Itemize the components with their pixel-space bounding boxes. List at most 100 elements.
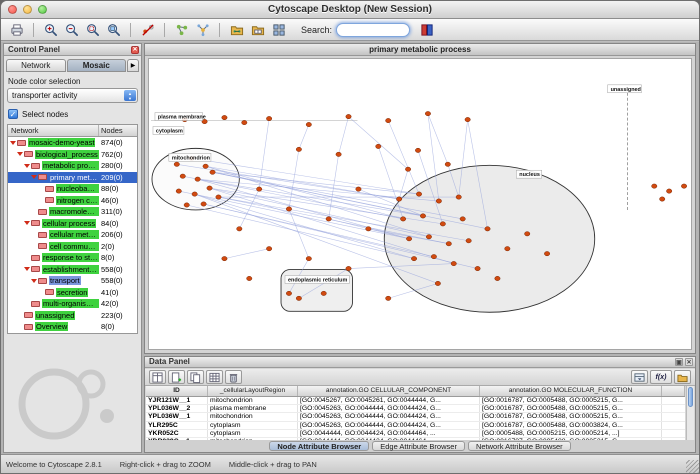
table-row[interactable]: YPL036W__2plasma membrane[GO:0045263, GO… bbox=[146, 405, 685, 413]
tree-row[interactable]: biological_process762(0) bbox=[8, 149, 137, 161]
graph-node[interactable] bbox=[446, 242, 451, 246]
graph-node[interactable] bbox=[415, 148, 420, 152]
tree-row[interactable]: secretion41(0) bbox=[8, 287, 137, 299]
expand-triangle-icon[interactable] bbox=[17, 152, 23, 156]
graph-node[interactable] bbox=[525, 232, 530, 236]
table-row[interactable]: YLR295Ccytoplasm[GO:0045263, GO:0044444,… bbox=[146, 422, 685, 430]
tree-row[interactable]: cell communica...2(0) bbox=[8, 241, 137, 253]
first-neighbors-icon[interactable] bbox=[193, 21, 212, 38]
expand-triangle-icon[interactable] bbox=[24, 267, 30, 271]
graph-node[interactable] bbox=[247, 276, 252, 280]
tree-row[interactable]: nucleobase...88(0) bbox=[8, 183, 137, 195]
window-titlebar[interactable]: Cytoscape Desktop (New Session) bbox=[1, 1, 699, 19]
zoom-out-icon[interactable] bbox=[62, 21, 81, 38]
copy-attribute-icon[interactable] bbox=[187, 370, 204, 384]
graph-node[interactable] bbox=[451, 261, 456, 265]
tab-mosaic[interactable]: Mosaic bbox=[67, 59, 127, 72]
tree-header-network[interactable]: Network bbox=[8, 125, 99, 136]
graph-node[interactable] bbox=[396, 197, 401, 201]
table-row[interactable]: YJR121W__1mitochondrion[GO:0045267, GO:0… bbox=[146, 397, 685, 405]
graph-node[interactable] bbox=[286, 207, 291, 211]
graph-node[interactable] bbox=[666, 189, 671, 193]
tree-row[interactable]: macromolecule...311(0) bbox=[8, 206, 137, 218]
zoom-fit-icon[interactable] bbox=[104, 21, 123, 38]
graph-node[interactable] bbox=[420, 214, 425, 218]
import-network-icon[interactable] bbox=[227, 21, 246, 38]
zoom-selected-region-icon[interactable] bbox=[83, 21, 102, 38]
expand-triangle-icon[interactable] bbox=[24, 221, 30, 225]
import-attributes-icon[interactable] bbox=[248, 21, 267, 38]
graph-node[interactable] bbox=[266, 116, 271, 120]
graph-node[interactable] bbox=[475, 266, 480, 270]
tab-node-attribute-browser[interactable]: Node Attribute Browser bbox=[269, 441, 369, 451]
attribute-batch-icon[interactable] bbox=[631, 370, 648, 384]
graph-node[interactable] bbox=[660, 197, 665, 201]
graph-node[interactable] bbox=[222, 115, 227, 119]
expand-triangle-icon[interactable] bbox=[31, 175, 37, 179]
graph-node[interactable] bbox=[201, 202, 206, 206]
graph-node[interactable] bbox=[237, 227, 242, 231]
graph-node[interactable] bbox=[400, 217, 405, 221]
graph-node[interactable] bbox=[216, 195, 221, 199]
close-icon[interactable]: ✕ bbox=[131, 46, 139, 54]
graph-node[interactable] bbox=[416, 192, 421, 196]
network-canvas[interactable]: plasma membranecytoplasmmitochondrionnuc… bbox=[148, 58, 692, 350]
tree-row[interactable]: Overview8(0) bbox=[8, 321, 137, 333]
more-tabs-button[interactable]: ▶ bbox=[127, 59, 139, 72]
graph-node[interactable] bbox=[326, 217, 331, 221]
graph-node[interactable] bbox=[495, 276, 500, 280]
graph-node[interactable] bbox=[184, 203, 189, 207]
graph-node[interactable] bbox=[406, 237, 411, 241]
graph-node[interactable] bbox=[425, 111, 430, 115]
layout-icon[interactable] bbox=[269, 21, 288, 38]
delete-attribute-icon[interactable] bbox=[225, 370, 242, 384]
tree-row[interactable]: mosaic-demo-yeast874(0) bbox=[8, 137, 137, 149]
expand-triangle-icon[interactable] bbox=[24, 164, 30, 168]
minimize-window-button[interactable] bbox=[23, 5, 32, 14]
tab-network-attribute-browser[interactable]: Network Attribute Browser bbox=[468, 441, 571, 451]
graph-node[interactable] bbox=[321, 291, 326, 295]
graph-node[interactable] bbox=[242, 120, 247, 124]
table-row[interactable]: YKR052Ccytoplasm[GO:0044444, GO:0044424,… bbox=[146, 430, 685, 438]
graph-node[interactable] bbox=[222, 256, 227, 260]
graph-node[interactable] bbox=[681, 184, 686, 188]
graph-node[interactable] bbox=[306, 122, 311, 126]
tree-header-nodes[interactable]: Nodes bbox=[99, 125, 137, 136]
network-view-title[interactable]: primary metabolic process bbox=[145, 44, 695, 56]
vizmapper-icon[interactable] bbox=[417, 21, 436, 38]
data-panel-scrollbar[interactable] bbox=[686, 386, 694, 440]
tree-row[interactable]: multi-organism pr...42(0) bbox=[8, 298, 137, 310]
graph-node[interactable] bbox=[386, 118, 391, 122]
resize-grip[interactable] bbox=[686, 460, 699, 473]
graph-node[interactable] bbox=[405, 167, 410, 171]
graph-node[interactable] bbox=[440, 222, 445, 226]
attribute-matrix-icon[interactable] bbox=[206, 370, 223, 384]
new-network-from-selection-icon[interactable] bbox=[172, 21, 191, 38]
graph-node[interactable] bbox=[346, 266, 351, 270]
graph-node[interactable] bbox=[411, 256, 416, 260]
tree-row[interactable]: cellular metabo...206(0) bbox=[8, 229, 137, 241]
close-panel-icon[interactable]: ✕ bbox=[685, 358, 693, 366]
float-panel-icon[interactable]: ▣ bbox=[675, 358, 683, 366]
hide-selected-icon[interactable] bbox=[138, 21, 157, 38]
graph-node[interactable] bbox=[296, 147, 301, 151]
import-attributes-icon[interactable] bbox=[674, 370, 691, 384]
graph-node[interactable] bbox=[174, 162, 179, 166]
tree-row[interactable]: cellular process84(0) bbox=[8, 218, 137, 230]
expand-triangle-icon[interactable] bbox=[10, 141, 16, 145]
column-header[interactable]: annotation.GO MOLECULAR_FUNCTION bbox=[480, 386, 662, 396]
graph-node[interactable] bbox=[386, 296, 391, 300]
column-header[interactable]: annotation.GO CELLULAR_COMPONENT bbox=[298, 386, 480, 396]
graph-node[interactable] bbox=[210, 170, 215, 174]
graph-node[interactable] bbox=[192, 192, 197, 196]
graph-node[interactable] bbox=[465, 117, 470, 121]
graph-node[interactable] bbox=[466, 239, 471, 243]
graph-node[interactable] bbox=[207, 186, 212, 190]
function-builder-button[interactable]: f(x) bbox=[650, 370, 672, 384]
zoom-in-icon[interactable] bbox=[41, 21, 60, 38]
close-window-button[interactable] bbox=[8, 5, 17, 14]
scrollbar-thumb[interactable] bbox=[688, 387, 693, 407]
tree-row[interactable]: unassigned223(0) bbox=[8, 310, 137, 322]
graph-node[interactable] bbox=[257, 187, 262, 191]
tree-row[interactable]: response to stimu...8(0) bbox=[8, 252, 137, 264]
